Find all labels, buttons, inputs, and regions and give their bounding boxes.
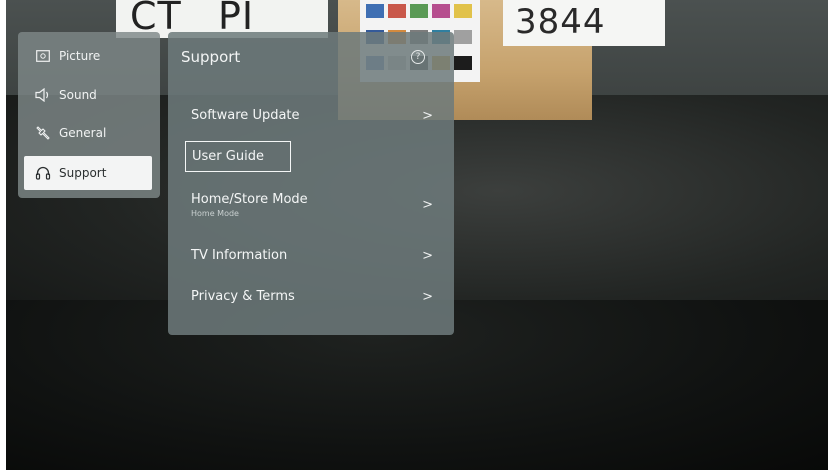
color-swatch (410, 4, 428, 18)
background-sign-number: 3844 (515, 2, 606, 42)
category-item-support[interactable]: Support (24, 156, 152, 190)
speaker-icon (34, 87, 52, 103)
panel-title: Support (181, 48, 241, 66)
menu-item-user-guide[interactable]: User Guide (185, 141, 291, 172)
menu-item-label: User Guide (192, 149, 264, 164)
category-label-general: General (59, 126, 107, 140)
menu-item-sub-value: Home Mode (191, 209, 239, 218)
menu-item-label: TV Information (191, 248, 288, 263)
menu-item-tv-information[interactable]: TV Information > (191, 248, 433, 263)
chevron-right-icon: > (422, 108, 433, 123)
color-swatch (454, 56, 472, 70)
background-edge-left (0, 0, 6, 470)
headset-icon (34, 165, 52, 181)
category-item-picture[interactable]: Picture (24, 39, 152, 73)
category-item-general[interactable]: General (24, 116, 152, 150)
background-edge-right (828, 0, 832, 470)
category-label-sound: Sound (59, 88, 97, 102)
menu-item-label: Software Update (191, 108, 300, 123)
chevron-right-icon: > (422, 289, 433, 304)
menu-item-software-update[interactable]: Software Update > (191, 108, 433, 123)
support-panel: Support ? Software Update > User Guide H… (168, 32, 454, 335)
color-swatch (432, 4, 450, 18)
picture-icon (34, 48, 52, 64)
settings-category-menu: Picture Sound General Support (18, 32, 160, 198)
color-swatch (388, 4, 406, 18)
chevron-right-icon: > (422, 197, 433, 213)
category-item-sound[interactable]: Sound (24, 78, 152, 112)
category-label-support: Support (59, 166, 107, 180)
background-sign-right: 3844 (503, 0, 665, 46)
menu-item-label: Home/Store Mode (191, 192, 308, 207)
menu-item-label: Privacy & Terms (191, 289, 295, 304)
color-swatch (454, 30, 472, 44)
category-label-picture: Picture (59, 49, 101, 63)
chevron-right-icon: > (422, 248, 433, 263)
color-swatch (366, 4, 384, 18)
color-swatch (454, 4, 472, 18)
menu-item-privacy-terms[interactable]: Privacy & Terms > (191, 289, 433, 304)
menu-item-home-store-mode[interactable]: Home/Store Mode Home Mode > (191, 192, 433, 218)
wrench-icon (34, 125, 52, 141)
help-icon[interactable]: ? (411, 50, 425, 64)
